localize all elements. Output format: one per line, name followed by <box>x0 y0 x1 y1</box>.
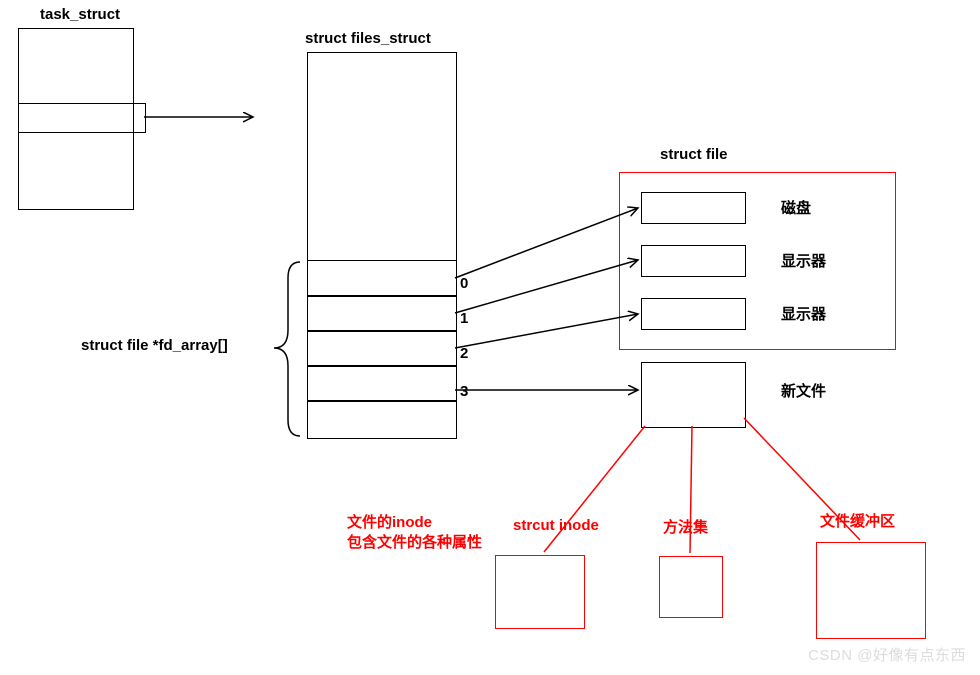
file-rect-display2 <box>641 298 746 330</box>
fd-slot-3 <box>307 365 457 402</box>
file-rect-disk <box>641 192 746 224</box>
fd-index-0: 0 <box>460 275 468 292</box>
method-box <box>659 556 723 618</box>
buffer-box <box>816 542 926 639</box>
fd-slot-4 <box>307 400 457 439</box>
inode-box <box>495 555 585 629</box>
fd-index-1: 1 <box>460 310 468 327</box>
file-label-display2: 显示器 <box>781 303 826 324</box>
watermark: CSDN @好像有点东西 <box>808 644 966 665</box>
fd-slot-1 <box>307 295 457 332</box>
fd-array-label: struct file *fd_array[] <box>81 337 228 354</box>
file-label-disk: 磁盘 <box>781 197 811 218</box>
fd-index-2: 2 <box>460 345 468 362</box>
buffer-label: 文件缓冲区 <box>820 512 895 532</box>
file-rect-display1 <box>641 245 746 277</box>
inode-desc-label: 文件的inode 包含文件的各种属性 <box>347 513 482 552</box>
strcut-inode-label: strcut inode <box>513 516 599 536</box>
title-task-struct: task_struct <box>40 6 120 23</box>
fd-slot-0 <box>307 260 457 297</box>
file-rect-newfile <box>641 362 746 428</box>
file-label-display1: 显示器 <box>781 250 826 271</box>
file-label-newfile: 新文件 <box>781 380 826 401</box>
task-struct-field <box>18 103 146 133</box>
title-files-struct: struct files_struct <box>305 30 431 47</box>
fd-slot-2 <box>307 330 457 367</box>
method-set-label: 方法集 <box>663 518 708 538</box>
title-struct-file: struct file <box>660 146 728 163</box>
fd-index-3: 3 <box>460 383 468 400</box>
